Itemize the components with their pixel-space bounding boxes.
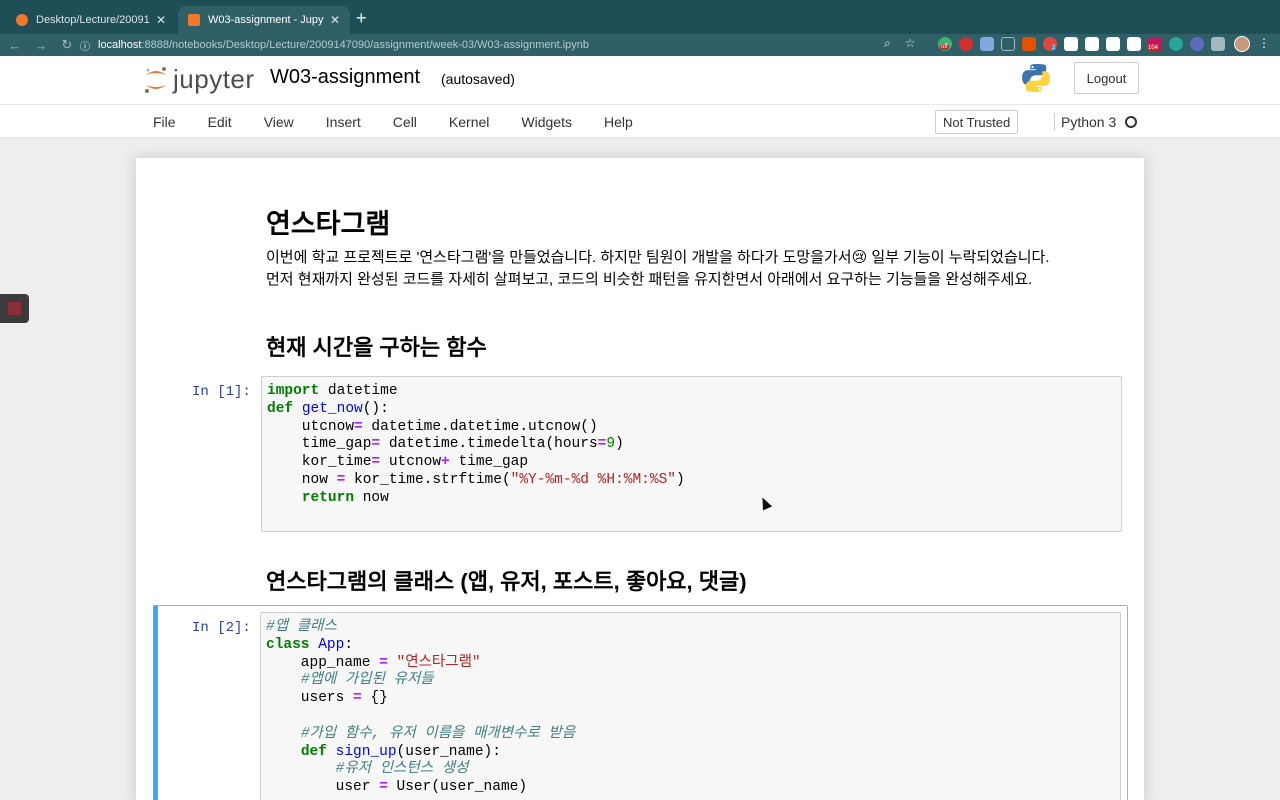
intro-line-2: 먼저 현재까지 완성된 코드를 자세히 살펴보고, 코드의 비슷한 패턴을 유지… — [266, 271, 1033, 288]
extension-icon[interactable] — [980, 37, 994, 51]
jupyter-favicon-icon — [16, 14, 28, 26]
code-editor[interactable]: #앱 클래스 class App: app_name = "연스타그램" #앱에… — [266, 619, 575, 797]
extension-icon[interactable] — [1106, 37, 1120, 51]
jupyter-logo[interactable]: jupyter — [143, 64, 255, 95]
tab-notebook[interactable]: W03-assignment - Jupyter Note ✕ — [178, 6, 350, 34]
code-cell-2[interactable]: #앱 클래스 class App: app_name = "연스타그램" #앱에… — [260, 612, 1121, 800]
menu-widgets[interactable]: Widgets — [505, 114, 588, 130]
menubar: File Edit View Insert Cell Kernel Widget… — [0, 104, 1280, 138]
bookmark-star-icon[interactable]: ☆ — [905, 36, 916, 51]
extension-icon[interactable] — [1190, 37, 1204, 51]
logo-text: jupyter — [173, 64, 255, 94]
python-logo-icon — [1020, 62, 1052, 99]
ext-badge: 104 — [1147, 45, 1160, 51]
browser-tabbar: Desktop/Lecture/2009147090/ ✕ W03-assign… — [0, 0, 1280, 34]
section-heading-time: 현재 시간을 구하는 함수 — [266, 335, 487, 360]
recording-stop-widget[interactable] — [0, 294, 29, 323]
tab-desktop[interactable]: Desktop/Lecture/2009147090/ ✕ — [6, 6, 176, 34]
menu-edit[interactable]: Edit — [192, 114, 248, 130]
notebook-title[interactable]: W03-assignment — [270, 66, 420, 89]
selected-cell-2[interactable]: In [2]: #앱 클래스 class App: app_name = "연스… — [153, 605, 1128, 800]
save-status: (autosaved) — [441, 71, 515, 87]
kernel-idle-icon — [1125, 116, 1137, 128]
section-heading-classes: 연스타그램의 클래스 (앱, 유저, 포스트, 좋아요, 댓글) — [266, 569, 747, 594]
extension-icon[interactable] — [1169, 37, 1183, 51]
kernel-name: Python 3 — [1061, 114, 1117, 130]
url-path: :8888/notebooks/Desktop/Lecture/20091470… — [141, 39, 590, 51]
tab-title: Desktop/Lecture/2009147090/ — [36, 14, 150, 26]
extensions-bar: off 2 104 — [938, 37, 1225, 51]
cell-prompt: In [1]: — [192, 384, 251, 400]
back-icon[interactable]: ← — [2, 38, 28, 53]
forward-icon[interactable]: → — [28, 38, 54, 53]
jupyter-logo-icon — [143, 65, 169, 95]
stop-icon — [8, 302, 21, 315]
menu-kernel[interactable]: Kernel — [433, 114, 505, 130]
menu-list: File Edit View Insert Cell Kernel Widget… — [137, 105, 649, 139]
reload-icon[interactable]: ↻ — [54, 37, 80, 53]
extension-icon[interactable] — [959, 37, 973, 51]
logout-button[interactable]: Logout — [1074, 62, 1139, 94]
menu-help[interactable]: Help — [588, 114, 649, 130]
zoom-icon[interactable]: ⌕ — [884, 36, 891, 51]
menu-view[interactable]: View — [248, 114, 310, 130]
extension-icon[interactable]: off — [938, 37, 952, 51]
intro-line-1: 이번에 학교 프로젝트로 '연스타그램'을 만들었습니다. 하지만 팀원이 개발… — [266, 249, 1050, 266]
extension-icon[interactable]: 104 — [1147, 37, 1162, 51]
ext-badge: off — [940, 44, 949, 50]
extension-icon[interactable] — [1064, 37, 1078, 51]
profile-avatar[interactable] — [1234, 36, 1250, 52]
url-host: localhost — [98, 39, 142, 51]
extension-icon[interactable] — [1085, 37, 1099, 51]
puzzle-icon[interactable] — [1211, 37, 1225, 51]
menu-cell[interactable]: Cell — [377, 114, 433, 130]
notebook-heading: 연스타그램 — [266, 209, 391, 239]
cell-prompt: In [2]: — [192, 620, 251, 636]
divider — [1054, 113, 1055, 131]
code-cell-1[interactable]: import datetime def get_now(): utcnow= d… — [261, 376, 1122, 532]
notebook-favicon-icon — [188, 14, 200, 26]
extension-icon[interactable] — [1127, 37, 1141, 51]
tab-title: W03-assignment - Jupyter Note — [208, 14, 324, 26]
close-tab-icon[interactable]: ✕ — [156, 13, 166, 27]
close-tab-icon[interactable]: ✕ — [330, 13, 340, 27]
extension-icon[interactable]: 2 — [1043, 37, 1057, 51]
extension-icon[interactable] — [1001, 37, 1015, 51]
info-icon[interactable]: ⓘ — [80, 38, 90, 53]
extension-icon[interactable] — [1022, 37, 1036, 51]
new-tab-button[interactable]: + — [356, 8, 367, 29]
jupyter-header: jupyter W03-assignment (autosaved) Logou… — [0, 56, 1280, 104]
trust-button[interactable]: Not Trusted — [935, 110, 1019, 134]
code-editor[interactable]: import datetime def get_now(): utcnow= d… — [267, 383, 685, 508]
menu-file[interactable]: File — [137, 114, 192, 130]
menu-insert[interactable]: Insert — [310, 114, 377, 130]
more-menu-icon[interactable]: ⋮ — [1258, 36, 1270, 50]
address-bar[interactable]: ⓘ localhost:8888/notebooks/Desktop/Lectu… — [80, 36, 930, 54]
ext-badge: 2 — [1051, 45, 1057, 51]
